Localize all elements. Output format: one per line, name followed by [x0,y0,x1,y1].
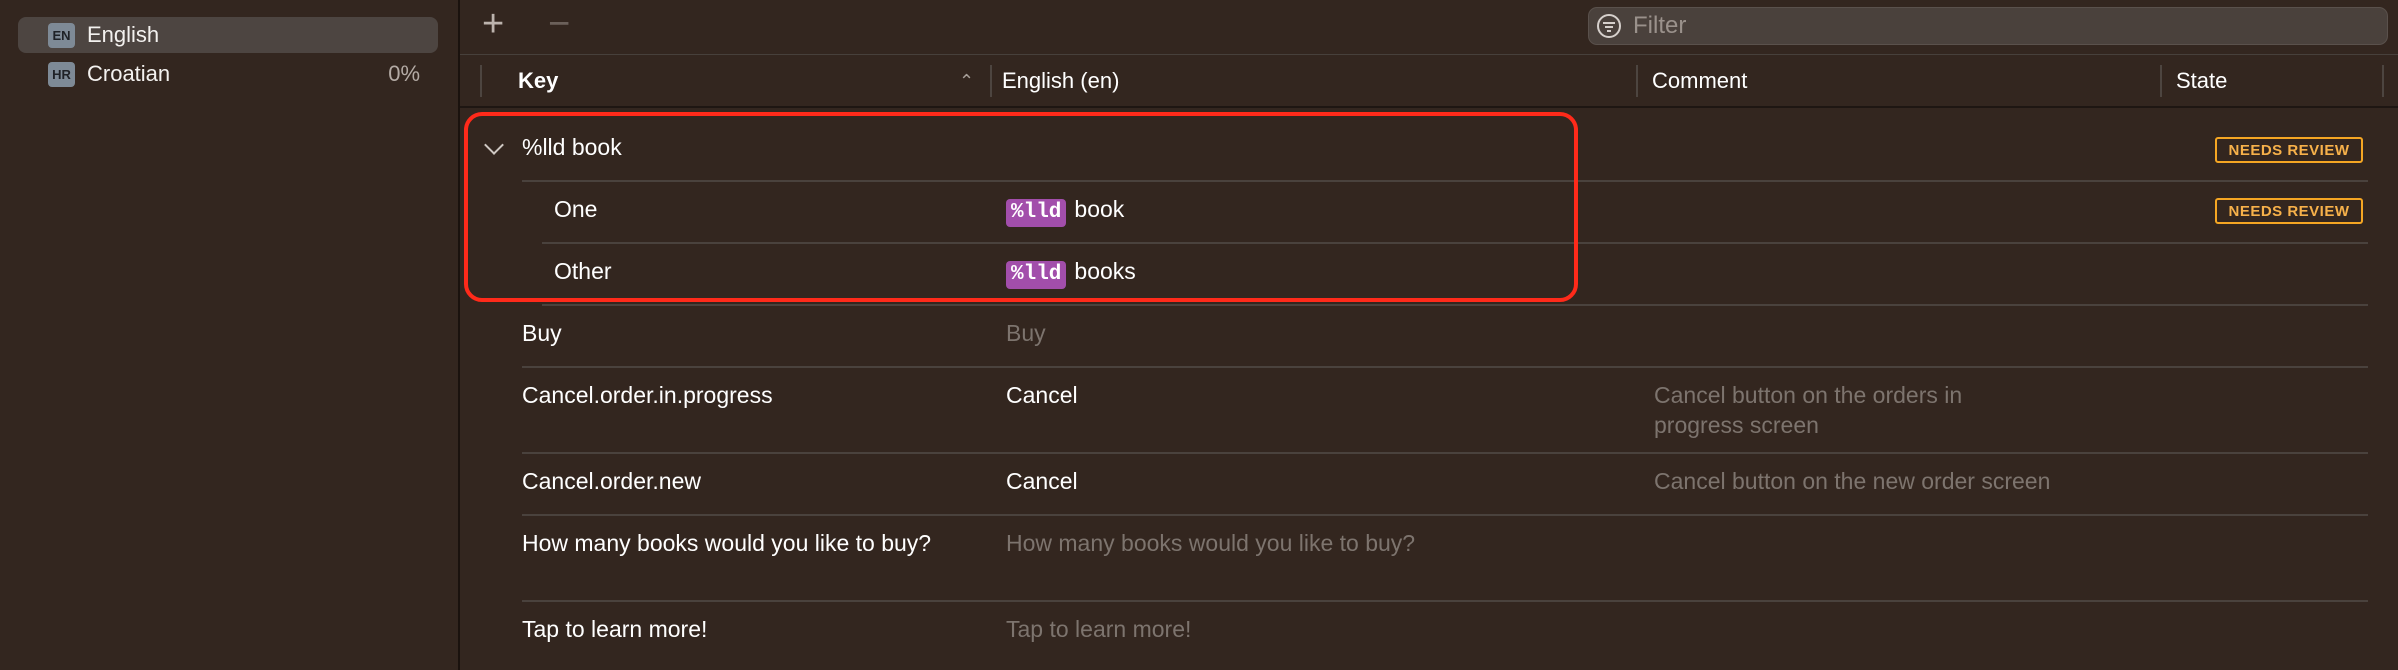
row-key: Other [554,258,612,284]
table-row[interactable]: Other %lld books [542,244,2368,306]
format-token: %lld [1006,199,1067,227]
row-key: Cancel.order.in.progress [522,382,773,408]
table-row[interactable]: Tap to learn more! Tap to learn more! [522,602,2368,664]
row-key: Cancel.order.new [522,468,701,494]
table-row[interactable]: One %lld book NEEDS REVIEW [542,182,2368,244]
table-header: Key ⌃ English (en) Comment State [460,54,2398,108]
row-english[interactable]: Tap to learn more! [1006,614,1191,644]
row-key: Buy [522,320,562,346]
sidebar-item-english[interactable]: EN English [18,17,438,53]
format-token: %lld [1006,261,1067,289]
row-english-text: books [1074,258,1136,284]
table-row[interactable]: How many books would you like to buy? Ho… [522,516,2368,602]
column-divider [2382,65,2384,97]
sidebar-item-croatian[interactable]: HR Croatian 0% [18,56,438,92]
state-badge: NEEDS REVIEW [2215,198,2363,224]
remove-button[interactable]: − [548,4,570,44]
chevron-down-icon[interactable] [484,135,504,155]
row-english[interactable]: Cancel [1006,466,1078,496]
row-english[interactable]: Buy [1006,318,1046,348]
row-key: %lld book [522,134,622,160]
row-key: How many books would you like to buy? [522,530,932,556]
filter-field[interactable] [1588,7,2388,45]
translation-progress: 0% [388,61,420,86]
column-divider [2160,65,2162,97]
filter-icon [1597,14,1621,38]
filter-input[interactable] [1631,11,2335,41]
row-key: Tap to learn more! [522,616,708,642]
column-divider [1636,65,1638,97]
row-comment[interactable]: Cancel button on the new order screen [1654,466,2050,496]
state-badge: NEEDS REVIEW [2215,137,2363,163]
table-row-group[interactable]: %lld book NEEDS REVIEW [484,118,2368,182]
toolbar: + − [460,0,2398,54]
row-english[interactable]: How many books would you like to buy? [1006,528,1415,558]
sort-ascending-icon[interactable]: ⌃ [959,71,974,92]
table-row[interactable]: Cancel.order.new Cancel Cancel button on… [522,454,2368,516]
table-row[interactable]: Buy Buy [522,306,2368,368]
sidebar-item-label: English [87,22,160,47]
row-key: One [554,196,598,222]
column-divider [990,65,992,97]
column-header-comment[interactable]: Comment [1652,55,1747,107]
row-english[interactable]: %lld book [1006,194,1124,227]
row-english-text: book [1074,196,1125,222]
column-header-english[interactable]: English (en) [1002,55,1119,107]
row-english[interactable]: %lld books [1006,256,1136,289]
column-header-state[interactable]: State [2176,55,2227,107]
sidebar-item-label: Croatian [87,61,171,86]
add-button[interactable]: + [482,4,504,44]
sidebar: EN English HR Croatian 0% [0,0,460,670]
row-english[interactable]: Cancel [1006,380,1078,410]
croatian-flag-badge: HR [48,61,75,87]
english-flag-badge: EN [48,22,75,48]
strings-editor: + − Key ⌃ English (en) Comment State %ll… [460,0,2398,670]
table-row[interactable]: Cancel.order.in.progress Cancel Cancel b… [522,368,2368,454]
column-header-key[interactable]: Key [518,55,558,107]
row-comment[interactable]: Cancel button on the orders in progress … [1654,380,2034,440]
column-divider [480,65,482,97]
